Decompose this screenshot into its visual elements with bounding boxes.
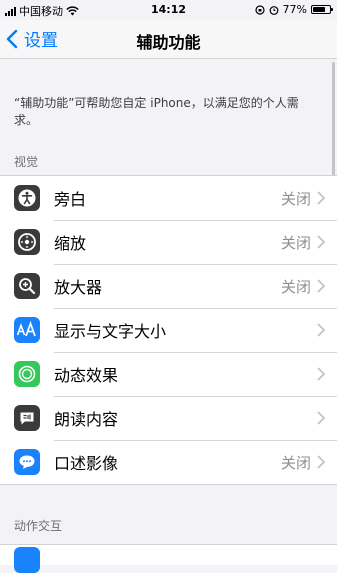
setting-label: 缩放 (54, 234, 87, 253)
alarm-icon (269, 5, 278, 15)
chevron-right-icon (317, 235, 325, 249)
page-description: “辅助功能”可帮助您自定 iPhone，以满足您的个人需求。 (14, 96, 299, 127)
battery-icon (311, 5, 333, 14)
setting-row-motion[interactable]: 动态效果 (0, 352, 337, 396)
setting-row-audio-descriptions[interactable]: 口述影像 关闭 (0, 440, 337, 484)
navigation-bar: 设置 辅助功能 (0, 20, 337, 59)
setting-label: 口述影像 (54, 454, 119, 473)
chevron-right-icon (317, 191, 325, 205)
setting-row-voiceover[interactable]: 旁白 关闭 (0, 176, 337, 220)
setting-row-spoken-content[interactable]: 朗读内容 (0, 396, 337, 440)
setting-row-zoom[interactable]: 缩放 关闭 (0, 220, 337, 264)
page-title: 辅助功能 (136, 33, 201, 52)
status-right: 77% (254, 3, 333, 16)
chevron-right-icon (317, 455, 325, 469)
zoom-icon (14, 229, 40, 255)
setting-label: 动态效果 (54, 366, 119, 385)
setting-value: 关闭 (280, 453, 311, 472)
touch-icon (14, 547, 40, 573)
section-header-interaction: 动作交互 (14, 519, 63, 533)
setting-label: 显示与文字大小 (54, 322, 167, 341)
motion-icon (14, 361, 40, 387)
spoken-content-icon (14, 405, 40, 431)
vision-settings-group: 旁白 关闭 缩放 关闭 放大器 关闭 显示与文字大小 动态效果 朗读内容 口述影… (0, 175, 337, 485)
section-header-vision: 视觉 (14, 155, 39, 169)
setting-label: 放大器 (54, 278, 103, 297)
battery-fill (313, 7, 326, 12)
setting-label: 旁白 (54, 190, 87, 209)
orientation-lock-icon (254, 4, 265, 15)
setting-row-display-text-size[interactable]: 显示与文字大小 (0, 308, 337, 352)
status-bar: 中国移动 14:12 77% (0, 0, 337, 20)
magnifier-icon (14, 273, 40, 299)
battery-percent: 77% (282, 3, 307, 16)
voiceover-icon (14, 185, 40, 211)
setting-row-magnifier[interactable]: 放大器 关闭 (0, 264, 337, 308)
text-size-icon (14, 317, 40, 343)
audio-description-icon (14, 449, 40, 475)
chevron-right-icon (317, 323, 325, 337)
setting-value: 关闭 (280, 233, 311, 252)
chevron-right-icon (317, 411, 325, 425)
setting-value: 关闭 (280, 189, 311, 208)
setting-label: 朗读内容 (54, 410, 119, 429)
chevron-right-icon (317, 367, 325, 381)
interaction-settings-group (0, 544, 337, 573)
setting-value: 关闭 (280, 277, 311, 296)
chevron-right-icon (317, 279, 325, 293)
